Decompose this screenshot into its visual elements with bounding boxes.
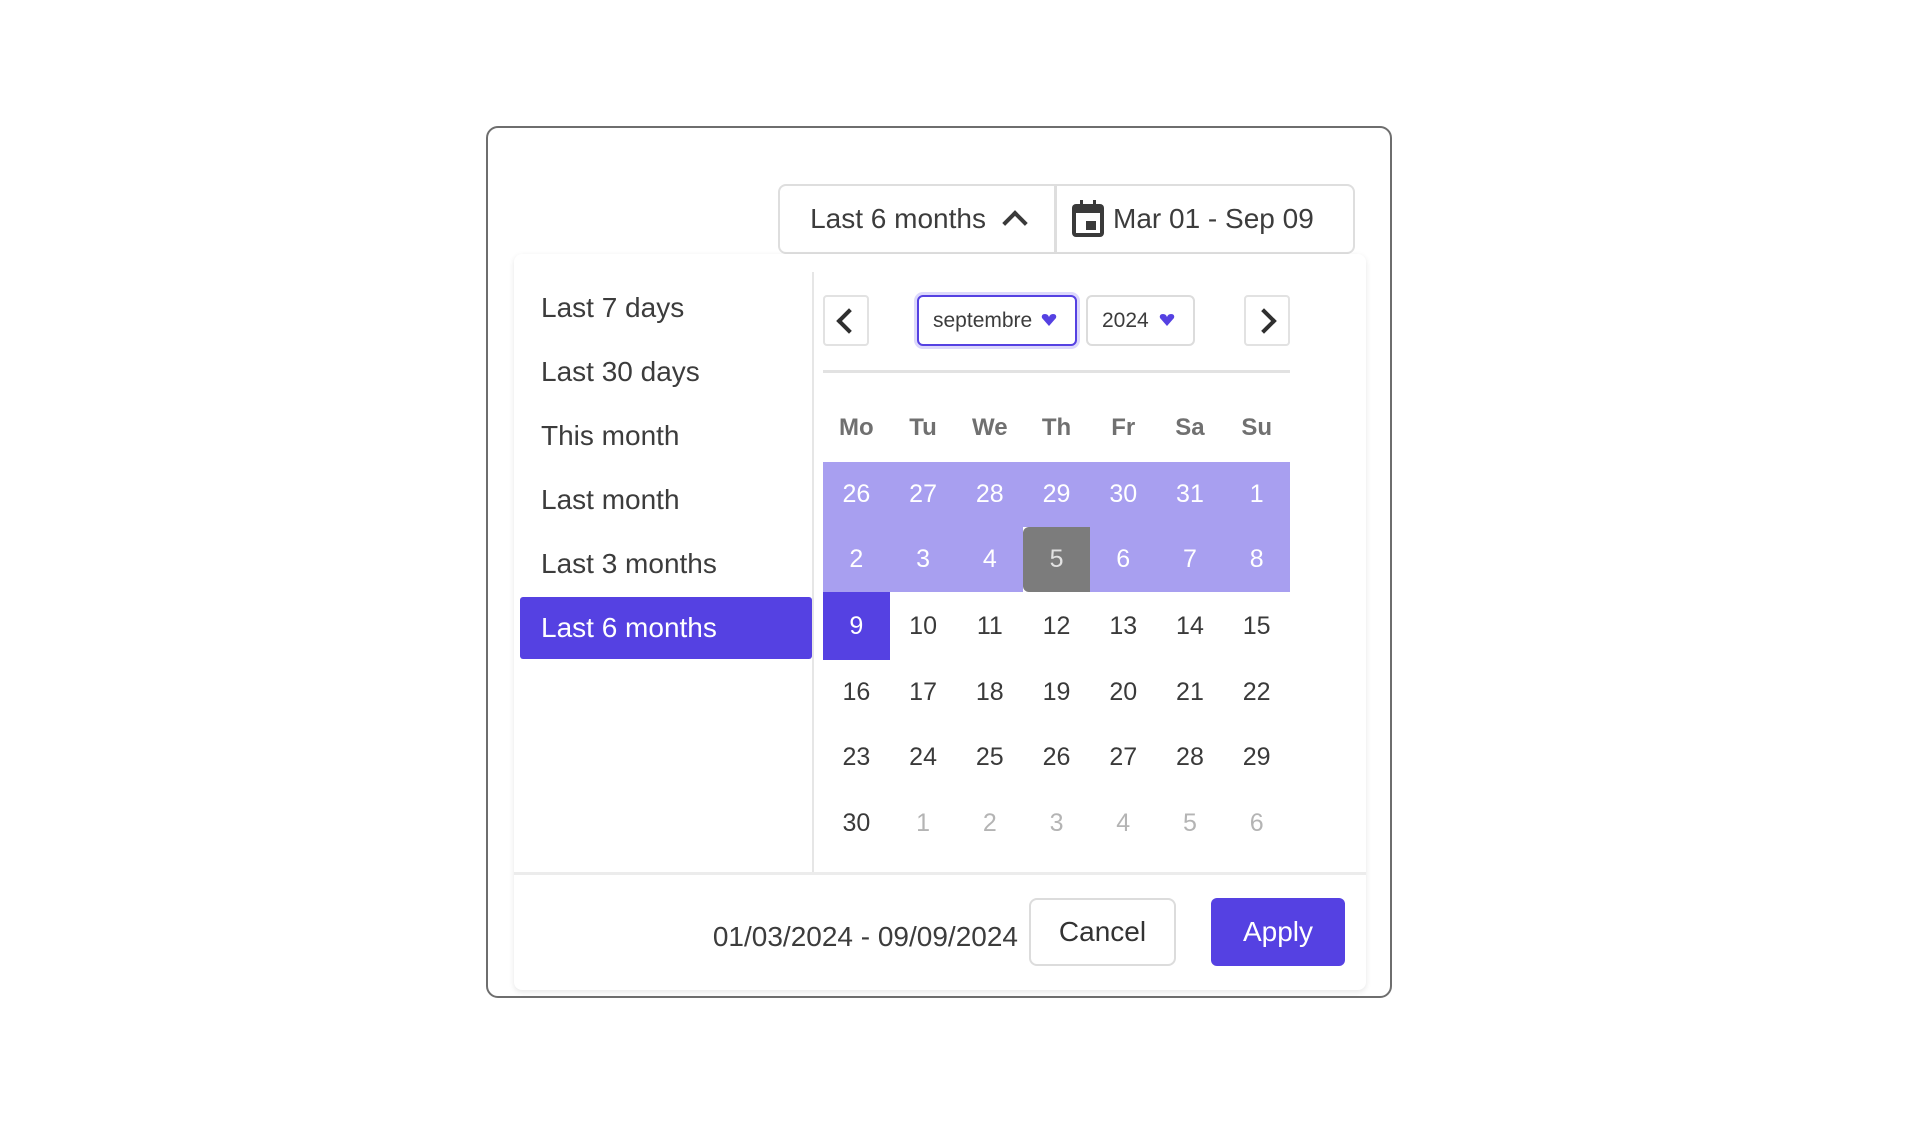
day-cell-today[interactable]: 5 xyxy=(1023,527,1090,592)
weekday-label: Mo xyxy=(839,414,874,441)
next-month-button[interactable] xyxy=(1244,295,1290,346)
calendar-icon xyxy=(1072,200,1104,237)
apply-button[interactable]: Apply xyxy=(1211,898,1345,966)
weekday-label: Fr xyxy=(1111,414,1136,441)
week-row: 9 10 11 12 13 14 15 xyxy=(823,592,1290,660)
day-cell[interactable]: 4 xyxy=(1090,790,1157,856)
date-picker-panel: Last 7 days Last 30 days This month Last mo… xyxy=(514,254,1366,990)
chevron-up-icon xyxy=(1002,210,1028,236)
week-row: 16 17 18 19 20 21 22 xyxy=(823,660,1290,724)
day-cell[interactable]: 24 xyxy=(890,724,957,790)
chevron-left-icon xyxy=(836,307,862,334)
day-cell[interactable]: 7 xyxy=(1156,527,1224,592)
day-cell[interactable]: 30 xyxy=(1089,462,1157,527)
day-cell[interactable]: 26 xyxy=(1023,724,1090,790)
day-cell[interactable]: 27 xyxy=(1090,724,1157,790)
day-cell[interactable]: 3 xyxy=(1023,790,1090,856)
year-select-value: 2024 xyxy=(1102,308,1149,332)
chevron-down-icon xyxy=(1159,314,1175,326)
day-cell[interactable]: 26 xyxy=(823,462,890,527)
week-row: 30 1 2 3 4 5 6 xyxy=(823,790,1290,856)
month-select-value: septembre xyxy=(933,308,1033,332)
day-cell[interactable]: 22 xyxy=(1223,660,1290,724)
week-row: 26 27 28 29 30 31 1 xyxy=(823,462,1291,527)
calendar-header-divider xyxy=(823,370,1290,373)
day-cell[interactable]: 3 xyxy=(889,527,957,592)
day-cell[interactable]: 10 xyxy=(890,592,957,660)
day-cell[interactable]: 2 xyxy=(956,790,1023,856)
preset-dropdown-button[interactable]: Last 6 months xyxy=(780,186,1057,252)
day-cell[interactable]: 14 xyxy=(1157,592,1224,660)
day-cell[interactable]: 19 xyxy=(1023,660,1090,724)
day-cell[interactable]: 17 xyxy=(890,660,957,724)
day-cell[interactable]: 30 xyxy=(823,790,890,856)
date-range-trigger: Last 6 months Mar 01 - Sep 09 xyxy=(778,184,1355,254)
preset-item[interactable]: This month xyxy=(520,405,812,467)
week-row: 23 24 25 26 27 28 29 xyxy=(823,724,1290,790)
weekday-label: Tu xyxy=(909,414,937,441)
day-cell[interactable]: 2 xyxy=(823,527,890,592)
day-cell[interactable]: 4 xyxy=(956,527,1024,592)
day-cell[interactable]: 20 xyxy=(1090,660,1157,724)
prev-month-button[interactable] xyxy=(823,295,869,346)
year-select[interactable]: 2024 xyxy=(1086,295,1195,346)
preset-item[interactable]: Last 6 months xyxy=(520,597,812,659)
preset-list: Last 7 days Last 30 days This month Last mo… xyxy=(514,272,814,872)
day-cell[interactable]: 5 xyxy=(1157,790,1224,856)
day-cell[interactable]: 25 xyxy=(956,724,1023,790)
date-range-button[interactable]: Mar 01 - Sep 09 xyxy=(1057,186,1353,252)
day-cell[interactable]: 29 xyxy=(1223,724,1290,790)
date-range-label: Mar 01 - Sep 09 xyxy=(1113,203,1314,234)
day-cell[interactable]: 15 xyxy=(1223,592,1290,660)
weekday-label: Su xyxy=(1241,414,1272,441)
day-cell[interactable]: 21 xyxy=(1157,660,1224,724)
weekday-header: Mo Tu We Th Fr Sa Su xyxy=(823,414,1290,442)
day-cell[interactable]: 27 xyxy=(889,462,957,527)
day-cell[interactable]: 8 xyxy=(1223,527,1291,592)
weekday-label: Th xyxy=(1041,414,1072,441)
chevron-right-icon xyxy=(1251,307,1277,334)
day-cell[interactable]: 6 xyxy=(1223,790,1290,856)
preset-item[interactable]: Last 7 days xyxy=(520,277,812,339)
cancel-button[interactable]: Cancel xyxy=(1029,898,1176,966)
day-cell[interactable]: 28 xyxy=(956,462,1024,527)
chevron-down-icon xyxy=(1041,314,1057,326)
day-grid: 26 27 28 29 30 31 1 2 3 4 5 6 7 8 9 10 11 12 13 14 15 16 17 18 1… xyxy=(823,462,1291,856)
day-cell[interactable]: 1 xyxy=(1223,462,1291,527)
day-cell[interactable]: 6 xyxy=(1089,527,1157,592)
weekday-label: Sa xyxy=(1175,414,1205,441)
week-row: 2345678 xyxy=(823,527,1291,592)
day-cell[interactable]: 31 xyxy=(1156,462,1224,527)
preset-item[interactable]: Last 30 days xyxy=(520,341,812,403)
month-select[interactable]: septembre xyxy=(917,295,1077,346)
day-cell[interactable]: 28 xyxy=(1157,724,1224,790)
day-cell[interactable]: 12 xyxy=(1023,592,1090,660)
selected-range-text: 01/03/2024 - 09/09/2024 xyxy=(712,921,1018,952)
day-cell[interactable]: 29 xyxy=(1023,462,1090,527)
day-cell[interactable]: 11 xyxy=(956,592,1023,660)
day-cell[interactable]: 1 xyxy=(890,790,957,856)
day-cell[interactable]: 13 xyxy=(1090,592,1157,660)
footer-divider xyxy=(514,872,1366,875)
weekday-label: We xyxy=(972,414,1008,441)
day-cell[interactable]: 18 xyxy=(956,660,1023,724)
preset-item[interactable]: Last month xyxy=(520,469,812,531)
day-cell-selected[interactable]: 9 xyxy=(823,592,890,660)
preset-item[interactable]: Last 3 months xyxy=(520,533,812,595)
day-cell[interactable]: 16 xyxy=(823,660,890,724)
preset-dropdown-label: Last 6 months xyxy=(810,203,986,234)
day-cell[interactable]: 23 xyxy=(823,724,890,790)
